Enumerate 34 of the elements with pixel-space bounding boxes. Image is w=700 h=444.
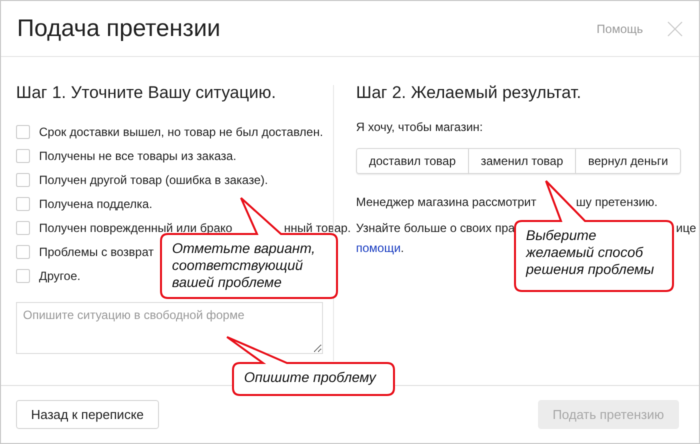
option-label[interactable]: Получен другой товар (ошибка в заказе). (39, 173, 268, 187)
callout-text: Выберите желаемый способ решения проблемы (524, 226, 656, 279)
help-link[interactable]: помощи (356, 241, 401, 255)
checkbox[interactable] (16, 125, 30, 139)
step-heading: Шаг 2. Желаемый результат. (356, 83, 582, 103)
option-label[interactable]: Проблемы с возврат (39, 245, 154, 259)
note-text: Менеджер магазина рассмотрит (356, 195, 536, 209)
checkbox[interactable] (16, 197, 30, 211)
info-text: . (400, 241, 404, 255)
info-text: Узнайте больше о своих пра (356, 221, 515, 235)
option-label[interactable]: Получена подделка. (39, 197, 152, 211)
checkbox[interactable] (16, 245, 30, 259)
back-button[interactable]: Назад к переписке (16, 400, 159, 429)
callout-text: Опишите проблему (243, 368, 378, 387)
close-icon[interactable] (667, 20, 683, 36)
option-label[interactable]: нный товар. (284, 221, 351, 235)
option-label[interactable]: Срок доставки вышел, но товар не был доставлен. (39, 125, 324, 139)
result-option[interactable]: доставил товар (356, 148, 469, 174)
option-label[interactable]: Получен поврежденный или брако (39, 221, 232, 235)
result-option[interactable]: заменил товар (468, 148, 576, 174)
note-text: шу претензию. (576, 195, 658, 209)
result-option[interactable]: вернул деньги (576, 148, 682, 174)
dialog-title: Подача претензии (17, 14, 222, 42)
checkbox[interactable] (16, 149, 30, 163)
step-heading: Шаг 1. Уточните Вашу ситуацию. (16, 83, 277, 103)
option-label[interactable]: Другое. (39, 269, 80, 283)
callout-text: Отметьте вариант, соответствующий вашей проблеме (171, 239, 316, 292)
info-text: ице (676, 221, 696, 235)
checkbox[interactable] (16, 269, 30, 283)
checkbox[interactable] (16, 221, 30, 235)
prompt-text: Я хочу, чтобы магазин: (356, 120, 484, 134)
description-field[interactable]: Опишите ситуацию в свободной форме (16, 302, 323, 354)
option-label[interactable]: Получены не все товары из заказа. (39, 149, 236, 163)
checkbox[interactable] (16, 173, 30, 187)
